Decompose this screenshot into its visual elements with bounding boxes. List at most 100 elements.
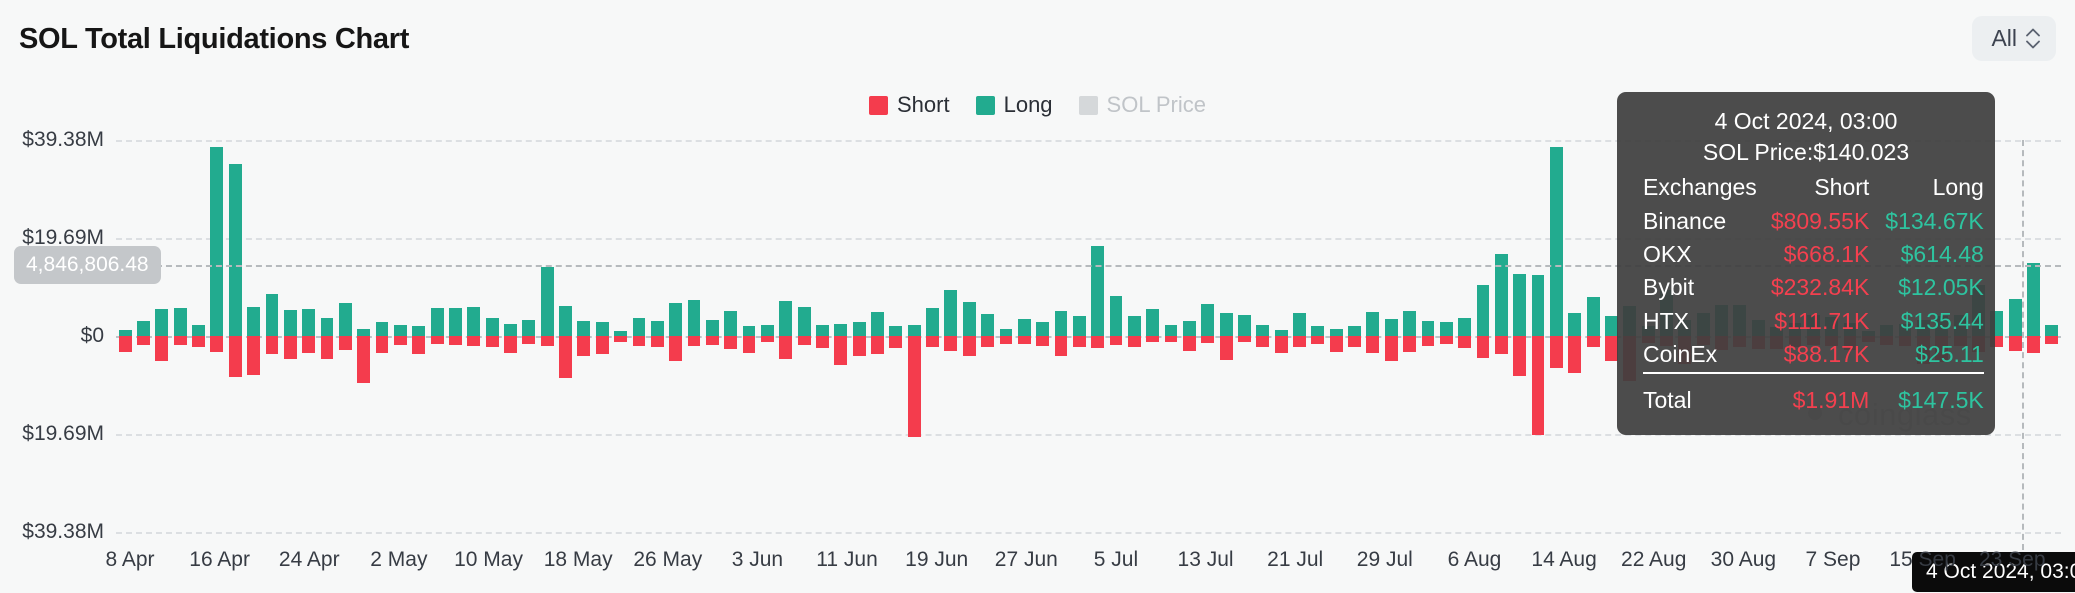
bar-column[interactable] bbox=[430, 140, 444, 532]
legend-item-sol-price[interactable]: SOL Price bbox=[1078, 92, 1206, 118]
bar-column[interactable] bbox=[1164, 140, 1178, 532]
legend-item-short[interactable]: Short bbox=[869, 92, 950, 118]
bar-column[interactable] bbox=[1403, 140, 1417, 532]
bar-column[interactable] bbox=[1311, 140, 1325, 532]
bar-column[interactable] bbox=[1146, 140, 1160, 532]
bar-column[interactable] bbox=[1476, 140, 1490, 532]
bar-column[interactable] bbox=[320, 140, 334, 532]
bar-column[interactable] bbox=[962, 140, 976, 532]
bar-column[interactable] bbox=[944, 140, 958, 532]
bar-short bbox=[1201, 336, 1215, 344]
bar-column[interactable] bbox=[999, 140, 1013, 532]
tooltip-exchange-name: OKX bbox=[1643, 241, 1692, 268]
bar-column[interactable] bbox=[705, 140, 719, 532]
bar-column[interactable] bbox=[504, 140, 517, 532]
bar-column[interactable] bbox=[852, 140, 866, 532]
bar-column[interactable] bbox=[981, 140, 994, 532]
bar-column[interactable] bbox=[779, 140, 793, 532]
legend-item-long[interactable]: Long bbox=[975, 92, 1053, 118]
range-select[interactable]: All bbox=[1972, 16, 2056, 61]
bar-column[interactable] bbox=[540, 140, 554, 532]
bar-column[interactable] bbox=[1219, 140, 1233, 532]
bar-column[interactable] bbox=[485, 140, 499, 532]
bar-column[interactable] bbox=[742, 140, 756, 532]
bar-column[interactable] bbox=[669, 140, 683, 532]
bar-column[interactable] bbox=[467, 140, 481, 532]
bar-column[interactable] bbox=[1109, 140, 1123, 532]
bar-column[interactable] bbox=[1531, 140, 1545, 532]
bar-column[interactable] bbox=[889, 140, 903, 532]
bar-column[interactable] bbox=[1182, 140, 1196, 532]
bar-column[interactable] bbox=[357, 140, 371, 532]
bar-column[interactable] bbox=[1494, 140, 1508, 532]
bar-long bbox=[1568, 313, 1582, 336]
bar-column[interactable] bbox=[1201, 140, 1215, 532]
bar-short bbox=[1017, 336, 1031, 344]
bar-column[interactable] bbox=[1605, 140, 1618, 532]
bar-column[interactable] bbox=[1586, 140, 1600, 532]
bar-column[interactable] bbox=[173, 140, 187, 532]
bar-column[interactable] bbox=[1127, 140, 1141, 532]
bar-column[interactable] bbox=[834, 140, 848, 532]
bar-column[interactable] bbox=[595, 140, 609, 532]
bar-column[interactable] bbox=[393, 140, 407, 532]
bar-column[interactable] bbox=[926, 140, 939, 532]
bar-column[interactable] bbox=[871, 140, 884, 532]
bar-column[interactable] bbox=[559, 140, 572, 532]
bar-column[interactable] bbox=[302, 140, 316, 532]
bar-column[interactable] bbox=[907, 140, 921, 532]
bar-column[interactable] bbox=[155, 140, 169, 532]
bar-column[interactable] bbox=[687, 140, 701, 532]
bar-column[interactable] bbox=[1421, 140, 1435, 532]
bar-column[interactable] bbox=[192, 140, 205, 532]
bar-column[interactable] bbox=[228, 140, 242, 532]
bar-column[interactable] bbox=[210, 140, 224, 532]
bar-column[interactable] bbox=[1091, 140, 1105, 532]
bar-column[interactable] bbox=[449, 140, 462, 532]
bar-column[interactable] bbox=[265, 140, 279, 532]
bar-column[interactable] bbox=[1036, 140, 1050, 532]
bar-long bbox=[907, 324, 921, 336]
bar-column[interactable] bbox=[1274, 140, 1288, 532]
bar-column[interactable] bbox=[2027, 140, 2040, 532]
bar-column[interactable] bbox=[1072, 140, 1086, 532]
bar-column[interactable] bbox=[816, 140, 829, 532]
bar-short bbox=[1531, 336, 1545, 435]
bar-column[interactable] bbox=[724, 140, 738, 532]
bar-column[interactable] bbox=[2045, 140, 2059, 532]
bar-column[interactable] bbox=[2008, 140, 2022, 532]
bar-column[interactable] bbox=[338, 140, 352, 532]
tooltip-long-value: $12.05K bbox=[1898, 274, 1984, 301]
bar-column[interactable] bbox=[797, 140, 811, 532]
bar-column[interactable] bbox=[1384, 140, 1398, 532]
bar-column[interactable] bbox=[1568, 140, 1582, 532]
bar-column[interactable] bbox=[614, 140, 628, 532]
chevron-updown-icon[interactable] bbox=[2026, 28, 2040, 49]
bar-column[interactable] bbox=[1549, 140, 1563, 532]
bar-short bbox=[1274, 336, 1288, 353]
bar-column[interactable] bbox=[650, 140, 664, 532]
bar-column[interactable] bbox=[1017, 140, 1031, 532]
bar-column[interactable] bbox=[247, 140, 261, 532]
bar-column[interactable] bbox=[1439, 140, 1453, 532]
bar-column[interactable] bbox=[760, 140, 774, 532]
bar-short bbox=[338, 336, 352, 351]
bar-column[interactable] bbox=[522, 140, 536, 532]
bar-column[interactable] bbox=[577, 140, 591, 532]
bar-column[interactable] bbox=[1458, 140, 1472, 532]
bar-column[interactable] bbox=[1238, 140, 1251, 532]
bar-column[interactable] bbox=[1256, 140, 1270, 532]
bar-column[interactable] bbox=[1366, 140, 1380, 532]
bar-column[interactable] bbox=[1348, 140, 1361, 532]
bar-column[interactable] bbox=[632, 140, 646, 532]
bar-column[interactable] bbox=[1513, 140, 1527, 532]
bar-column[interactable] bbox=[118, 140, 132, 532]
bar-column[interactable] bbox=[1293, 140, 1306, 532]
bar-column[interactable] bbox=[283, 140, 297, 532]
bar-column[interactable] bbox=[412, 140, 426, 532]
bar-long bbox=[1054, 311, 1068, 336]
bar-column[interactable] bbox=[375, 140, 389, 532]
bar-column[interactable] bbox=[137, 140, 150, 532]
bar-column[interactable] bbox=[1329, 140, 1343, 532]
bar-column[interactable] bbox=[1054, 140, 1068, 532]
